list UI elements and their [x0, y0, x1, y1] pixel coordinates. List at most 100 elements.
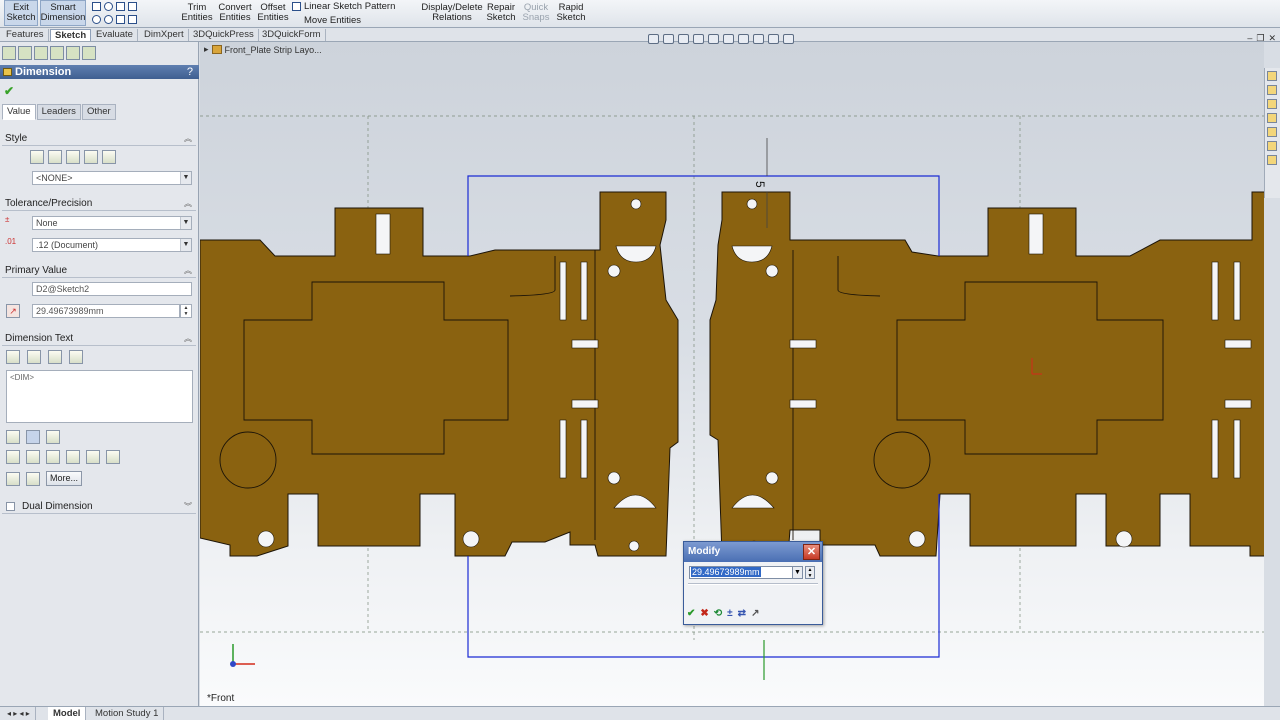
display-delete-relations-button[interactable]: Display/Delete Relations [420, 0, 484, 26]
custom-properties-icon[interactable] [1267, 155, 1277, 165]
reverse-direction-icon[interactable]: ↗ [6, 304, 20, 318]
spline-icon[interactable] [128, 1, 137, 11]
style-group-header[interactable]: Style ︽ [2, 132, 196, 146]
move-entities-button[interactable]: Move Entities [292, 14, 361, 26]
repair-sketch-button[interactable]: Repair Sketch [485, 0, 517, 26]
collapse-chevron-icon[interactable]: ︽ [184, 197, 192, 211]
search-icon[interactable] [1267, 113, 1277, 123]
ellipse-icon[interactable] [92, 14, 101, 24]
align-center-icon[interactable] [26, 430, 40, 444]
rapid-sketch-button[interactable]: Rapid Sketch [554, 0, 588, 26]
offset-text-icon[interactable] [69, 350, 83, 364]
collapse-chevron-icon[interactable]: ︽ [184, 132, 192, 146]
dimension-text-group-header[interactable]: Dimension Text ︽ [2, 332, 196, 346]
center-dimension-icon[interactable] [27, 350, 41, 364]
depth-symbol-icon[interactable] [26, 472, 40, 486]
feature-tree-flyout[interactable]: ▸ Front_Plate Strip Layo... [204, 44, 322, 55]
trim-entities-button[interactable]: Trim Entities [180, 0, 214, 26]
modify-dialog-title[interactable]: Modify [684, 542, 822, 562]
view-orientation-icon[interactable] [708, 34, 719, 44]
smart-dimension-button[interactable]: Smart Dimension [40, 0, 86, 26]
reset-increment-icon[interactable]: ± [727, 608, 733, 619]
fillet-icon[interactable] [116, 14, 125, 24]
expand-chevron-icon[interactable]: ︾ [184, 500, 192, 514]
tab-3dquickform[interactable]: 3DQuickForm [258, 29, 326, 41]
value-spinner[interactable]: ▲ ▼ [805, 566, 815, 579]
convert-entities-button[interactable]: Convert Entities [216, 0, 254, 26]
apply-scene-icon[interactable] [768, 34, 779, 44]
configuration-manager-icon[interactable] [34, 46, 48, 60]
dimension-value-field[interactable]: 29.49673989mm [32, 304, 180, 318]
rebuild-icon[interactable]: ⟲ [714, 608, 722, 619]
offset-entities-button[interactable]: Offset Entities [256, 0, 290, 26]
minimize-icon[interactable]: – [1247, 33, 1252, 44]
plus-minus-symbol-icon[interactable] [46, 450, 60, 464]
tab-evaluate[interactable]: Evaluate [92, 29, 138, 41]
primary-value-group-header[interactable]: Primary Value ︽ [2, 264, 196, 278]
edit-appearance-icon[interactable] [753, 34, 764, 44]
help-icon[interactable]: ? [187, 65, 193, 79]
polygon-icon[interactable] [104, 14, 113, 24]
tab-other[interactable]: Other [81, 104, 116, 120]
dual-dimension-group-header[interactable]: Dual Dimension ︾ [2, 500, 196, 514]
inspection-dimension-icon[interactable] [48, 350, 62, 364]
style-apply-icon[interactable] [30, 150, 44, 164]
more-symbols-chevron-icon[interactable] [106, 450, 120, 464]
style-save-icon[interactable] [84, 150, 98, 164]
exit-sketch-button[interactable]: Exit Sketch [4, 0, 38, 26]
tab-leaders[interactable]: Leaders [36, 104, 81, 120]
previous-view-icon[interactable] [678, 34, 689, 44]
expand-arrow-icon[interactable]: ▸ [204, 44, 209, 55]
dimension-text-area[interactable]: <DIM> [6, 370, 193, 423]
mark-for-drawing-icon[interactable]: ⇄ [738, 608, 746, 619]
diameter-symbol-icon[interactable] [6, 450, 20, 464]
chevron-down-icon[interactable]: ▼ [180, 239, 191, 251]
tab-3dquickpress[interactable]: 3DQuickPress [189, 29, 259, 41]
reverse-sense-icon[interactable]: ↗ [751, 608, 759, 619]
section-view-icon[interactable] [693, 34, 704, 44]
quick-snaps-button[interactable]: Quick Snaps [520, 0, 552, 26]
tolerance-select[interactable]: None ▼ [32, 216, 192, 230]
cancel-x-icon[interactable]: ✖ [700, 608, 708, 619]
tab-dimxpert[interactable]: DimXpert [140, 29, 189, 41]
close-icon[interactable]: ✕ [803, 544, 820, 560]
style-add-icon[interactable] [48, 150, 62, 164]
counterbore-symbol-icon[interactable] [6, 472, 20, 486]
value-spinner[interactable]: ▲ ▼ [180, 304, 192, 318]
collapse-chevron-icon[interactable]: ︽ [184, 332, 192, 346]
style-delete-icon[interactable] [66, 150, 80, 164]
dimension-value-text[interactable]: 5 [753, 181, 767, 188]
circle-icon[interactable] [104, 1, 113, 11]
style-load-icon[interactable] [102, 150, 116, 164]
restore-icon[interactable]: ❐ [1256, 33, 1264, 44]
dimension-name-field[interactable]: D2@Sketch2 [32, 282, 192, 296]
tab-features[interactable]: Features [2, 29, 49, 41]
view-palette-icon[interactable] [1267, 127, 1277, 137]
modify-value-input[interactable]: 29.49673989mm [689, 566, 801, 579]
hide-show-items-icon[interactable] [738, 34, 749, 44]
zoom-to-area-icon[interactable] [663, 34, 674, 44]
chevron-down-icon[interactable]: ▼ [180, 172, 191, 184]
property-manager-icon[interactable] [18, 46, 32, 60]
arc-icon[interactable] [116, 1, 125, 11]
square-symbol-icon[interactable] [86, 450, 100, 464]
tab-motion-study[interactable]: Motion Study 1 [90, 707, 165, 720]
tab-value[interactable]: Value [2, 104, 36, 120]
align-left-icon[interactable] [6, 430, 20, 444]
close-icon[interactable]: ✕ [1268, 33, 1276, 44]
centerline-symbol-icon[interactable] [66, 450, 80, 464]
align-right-icon[interactable] [46, 430, 60, 444]
style-select[interactable]: <NONE> ▼ [32, 171, 192, 185]
appearances-icon[interactable] [1267, 141, 1277, 151]
ok-checkmark-icon[interactable]: ✔ [687, 608, 695, 619]
view-settings-icon[interactable] [783, 34, 794, 44]
chevron-down-icon[interactable]: ▼ [792, 566, 803, 579]
add-parentheses-icon[interactable] [6, 350, 20, 364]
precision-select[interactable]: .12 (Document) ▼ [32, 238, 192, 252]
linear-sketch-pattern-button[interactable]: Linear Sketch Pattern [292, 0, 395, 12]
dimxpert-manager-icon[interactable] [50, 46, 64, 60]
scroll-arrows[interactable]: ◂ ▸ ◂ ▸ [2, 707, 36, 720]
display-manager-icon[interactable] [66, 46, 80, 60]
appearance-manager-icon[interactable] [82, 46, 96, 60]
more-symbols-button[interactable]: More... [46, 471, 83, 486]
